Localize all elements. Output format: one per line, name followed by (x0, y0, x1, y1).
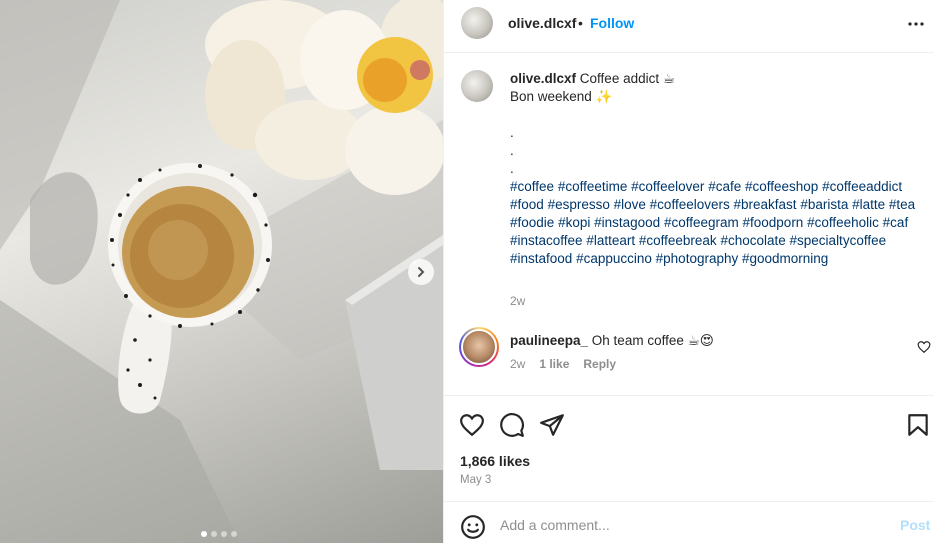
caption-dot: . (510, 161, 514, 176)
comment-emoji: ☕😍 (687, 333, 714, 348)
coffee-emoji: ☕ (662, 71, 675, 86)
hashtag-link[interactable]: #love (614, 197, 646, 212)
hashtag-link[interactable]: #breakfast (734, 197, 797, 212)
reply-button[interactable]: Reply (583, 357, 616, 371)
hashtag-link[interactable]: #foodie (510, 215, 554, 230)
post-header: olive.dlcxf • Follow (444, 0, 934, 53)
hashtag-link[interactable]: #chocolate (720, 233, 785, 248)
hashtag-link[interactable]: #coffeelovers (650, 197, 730, 212)
hashtag-link[interactable]: #specialtycoffee (790, 233, 887, 248)
save-bookmark-icon[interactable] (905, 412, 931, 438)
hashtag-link[interactable]: #caf (883, 215, 909, 230)
caption-dot: . (510, 143, 514, 158)
post-dialog: olive.dlcxf • Follow olive.dlcxf Coffee … (0, 0, 934, 543)
caption-author-avatar[interactable] (461, 70, 493, 102)
caption-line-1: olive.dlcxf Coffee addict ☕ (510, 70, 920, 88)
hashtag-link[interactable]: #food (510, 197, 544, 212)
hashtag-link[interactable]: #tea (889, 197, 915, 212)
likes-count[interactable]: 1,866 likes (460, 453, 530, 469)
hashtag-link[interactable]: #goodmorning (742, 251, 828, 266)
hashtag-link[interactable]: #coffeegram (664, 215, 739, 230)
next-slide-button[interactable] (408, 259, 434, 285)
more-horizontal-icon (908, 22, 924, 26)
follow-button[interactable]: Follow (590, 15, 634, 31)
commenter-avatar[interactable] (459, 327, 499, 367)
post-actions: 1,866 likes May 3 Post (444, 395, 934, 543)
author-avatar[interactable] (461, 7, 493, 39)
caption-dot: . (510, 125, 514, 140)
hashtag-link[interactable]: #foodporn (743, 215, 804, 230)
post-date[interactable]: May 3 (460, 474, 491, 486)
carousel-dot (201, 531, 207, 537)
post-photo[interactable] (0, 0, 443, 543)
comment-meta: 2w 1 like Reply (510, 357, 616, 371)
comment-composer: Post (444, 501, 934, 543)
carousel-indicator (201, 531, 237, 537)
separator-dot: • (578, 15, 583, 31)
hashtag-link[interactable]: #kopi (558, 215, 590, 230)
hashtag-link[interactable]: #coffeeholic (807, 215, 879, 230)
post-details-panel: olive.dlcxf • Follow olive.dlcxf Coffee … (443, 0, 934, 543)
share-paper-plane-icon[interactable] (539, 412, 565, 438)
hashtag-link[interactable]: #coffee (510, 179, 554, 194)
post-caption: olive.dlcxf Coffee addict ☕ Bon weekend … (510, 70, 920, 268)
hashtag-link[interactable]: #coffeeshop (745, 179, 818, 194)
hashtag-link[interactable]: #instacoffee (510, 233, 583, 248)
author-username[interactable]: olive.dlcxf (508, 15, 576, 31)
coffee-photo-illustration (0, 0, 443, 543)
commenter-username[interactable]: paulineepa_ (510, 333, 588, 348)
emoji-smiley-icon[interactable] (460, 514, 486, 540)
like-comment-heart-icon[interactable] (917, 340, 931, 354)
hashtag-link[interactable]: #barista (800, 197, 848, 212)
comment-input[interactable] (500, 513, 880, 537)
carousel-dot (231, 531, 237, 537)
comment-bubble-icon[interactable] (499, 412, 525, 438)
comment-likes[interactable]: 1 like (539, 357, 569, 371)
hashtag-link[interactable]: #photography (656, 251, 739, 266)
hashtag-link[interactable]: #coffeelover (631, 179, 704, 194)
sparkles-emoji: ✨ (595, 89, 613, 104)
post-comment-button[interactable]: Post (900, 517, 930, 533)
caption-line-2: Bon weekend ✨ (510, 88, 920, 106)
hashtag-link[interactable]: #latte (852, 197, 885, 212)
comment-text: Oh team coffee (591, 333, 684, 348)
caption-username[interactable]: olive.dlcxf (510, 71, 576, 86)
carousel-dot (211, 531, 217, 537)
comment: paulineepa_ Oh team coffee ☕😍 (510, 333, 714, 349)
more-options-button[interactable] (906, 14, 926, 34)
like-heart-icon[interactable] (459, 412, 485, 438)
hashtag-link[interactable]: #instagood (594, 215, 660, 230)
carousel-dot (221, 531, 227, 537)
caption-text: Bon weekend (510, 89, 592, 104)
hashtag-link[interactable]: #latteart (586, 233, 635, 248)
hashtag-link[interactable]: #cappuccino (576, 251, 652, 266)
comment-timestamp[interactable]: 2w (510, 357, 525, 371)
caption-text: Coffee addict (579, 71, 660, 86)
hashtag-link[interactable]: #coffeetime (558, 179, 628, 194)
hashtag-link[interactable]: #coffeeaddict (822, 179, 902, 194)
hashtag-link[interactable]: #coffeebreak (639, 233, 717, 248)
hashtag-link[interactable]: #espresso (548, 197, 610, 212)
hashtag-link[interactable]: #cafe (708, 179, 741, 194)
hashtag-list: #coffee #coffeetime #coffeelover #cafe #… (510, 178, 920, 268)
caption-timestamp[interactable]: 2w (510, 294, 525, 308)
chevron-right-icon (418, 267, 425, 277)
hashtag-link[interactable]: #instafood (510, 251, 572, 266)
